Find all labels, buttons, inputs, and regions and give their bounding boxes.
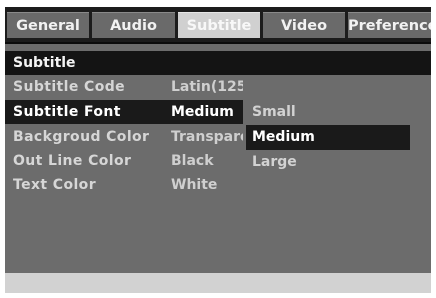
- setting-value: Latin(125: [171, 79, 243, 95]
- setting-value: White: [171, 177, 218, 193]
- section-title: Subtitle: [5, 51, 431, 75]
- tab-preference[interactable]: Preference: [348, 12, 431, 38]
- setting-row-subtitle-font[interactable]: Subtitle Font Medium: [5, 100, 243, 124]
- tab-audio[interactable]: Audio: [92, 12, 175, 38]
- setting-label: Out Line Color: [13, 153, 132, 169]
- tab-general[interactable]: General: [7, 12, 89, 38]
- footer-bar: [5, 273, 431, 293]
- option-large[interactable]: Large: [246, 150, 410, 175]
- tab-subtitle[interactable]: Subtitle: [178, 12, 260, 38]
- setting-label: Backgroud Color: [13, 129, 150, 145]
- setting-row-text-color[interactable]: Text Color White: [5, 173, 243, 197]
- tab-bar: General Audio Subtitle Video Preference: [5, 7, 431, 44]
- settings-menu: General Audio Subtitle Video Preference …: [5, 7, 431, 293]
- subtitle-panel: Subtitle Subtitle Code Latin(125 Subtitl…: [5, 44, 431, 273]
- setting-value: Medium: [171, 104, 234, 120]
- tab-video[interactable]: Video: [263, 12, 345, 38]
- setting-label: Subtitle Font: [13, 104, 121, 120]
- setting-label: Subtitle Code: [13, 79, 126, 95]
- setting-row-subtitle-code[interactable]: Subtitle Code Latin(125: [5, 75, 243, 99]
- setting-row-background-color[interactable]: Backgroud Color Transpare: [5, 125, 243, 149]
- setting-label: Text Color: [13, 177, 96, 193]
- option-medium[interactable]: Medium: [246, 125, 410, 150]
- option-small[interactable]: Small: [246, 100, 410, 125]
- font-size-dropdown: Small Medium Large: [246, 100, 410, 175]
- setting-value: Transpare: [171, 129, 243, 145]
- setting-value: Black: [171, 153, 214, 169]
- setting-row-outline-color[interactable]: Out Line Color Black: [5, 149, 243, 173]
